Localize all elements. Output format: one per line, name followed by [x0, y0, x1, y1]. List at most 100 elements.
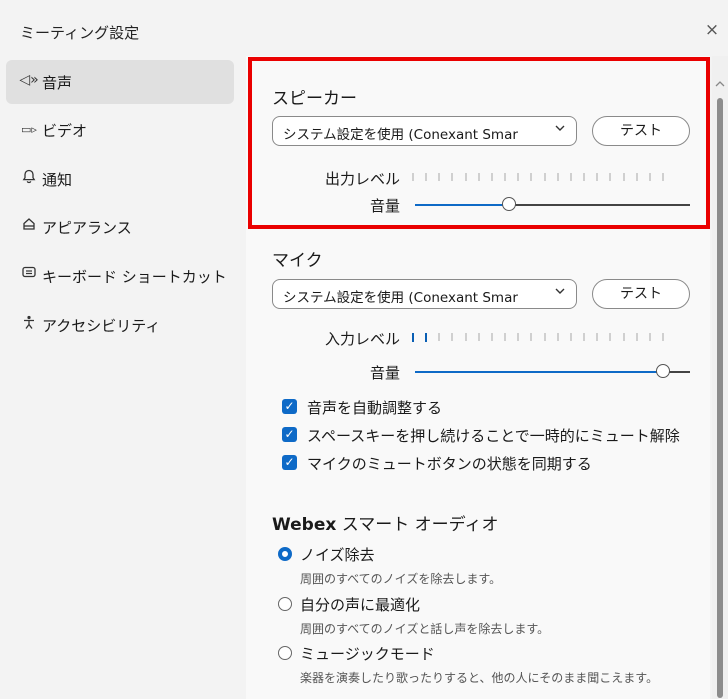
scrollbar[interactable]	[712, 56, 728, 699]
speaker-device-select[interactable]: システム設定を使用 (Conexant Smar	[272, 116, 577, 146]
level-tick	[491, 333, 493, 341]
slider-fill	[415, 371, 663, 373]
smart-audio-title-rest: スマート オーディオ	[336, 515, 499, 535]
scroll-up-icon[interactable]	[715, 80, 725, 91]
level-tick	[649, 173, 651, 181]
input-level-label: 入力レベル	[324, 330, 400, 348]
level-tick	[438, 173, 440, 181]
slider-fill	[415, 204, 509, 206]
level-tick	[451, 333, 453, 341]
mic-volume-label: 音量	[369, 364, 400, 382]
sidebar-item-video[interactable]: ▭▹ ビデオ	[6, 108, 234, 152]
level-tick	[465, 173, 467, 181]
level-tick	[530, 173, 532, 181]
chevron-down-icon	[554, 285, 566, 301]
sidebar-item-label: アピアランス	[42, 219, 132, 237]
level-tick	[570, 333, 572, 341]
sidebar-item-notifications[interactable]: 通知	[6, 157, 234, 201]
sidebar: ◁» 音声 ▭▹ ビデオ 通知 アピアランス キーボード ショートカット アクセ…	[0, 56, 236, 699]
radio-label: ノイズ除去	[300, 546, 375, 564]
sidebar-item-appearance[interactable]: アピアランス	[6, 205, 234, 249]
level-tick	[609, 173, 611, 181]
level-tick	[623, 173, 625, 181]
speaker-volume-slider[interactable]	[415, 197, 690, 213]
level-tick	[596, 173, 598, 181]
level-tick	[583, 173, 585, 181]
level-tick	[425, 173, 427, 181]
slider-thumb[interactable]	[656, 364, 670, 378]
speaker-test-button[interactable]: テスト	[592, 116, 690, 146]
level-tick	[438, 333, 440, 341]
level-tick	[504, 333, 506, 341]
scroll-thumb[interactable]	[717, 98, 723, 698]
level-tick	[478, 333, 480, 341]
mic-section-title: マイク	[272, 251, 323, 271]
radio-description: 周囲のすべてのノイズと話し声を除去します。	[300, 622, 550, 636]
level-tick	[662, 173, 664, 181]
checkbox-label: スペースキーを押し続けることで一時的にミュート解除	[307, 427, 680, 445]
appearance-icon	[19, 217, 39, 235]
level-tick	[530, 333, 532, 341]
mic-volume-slider[interactable]	[415, 364, 690, 380]
smart-audio-title-bold: Webex	[272, 515, 337, 535]
level-tick	[491, 173, 493, 181]
radio-label: 自分の声に最適化	[300, 596, 421, 614]
mic-test-button[interactable]: テスト	[592, 279, 690, 309]
level-tick	[570, 173, 572, 181]
sidebar-item-keyboard-shortcuts[interactable]: キーボード ショートカット	[6, 254, 234, 298]
level-tick	[544, 173, 546, 181]
level-tick	[636, 333, 638, 341]
sidebar-item-label: 通知	[42, 171, 73, 189]
accessibility-icon	[19, 315, 39, 334]
level-tick	[557, 173, 559, 181]
window-title: ミーティング設定	[20, 24, 140, 42]
checkbox-label: マイクのミュートボタンの状態を同期する	[307, 455, 592, 473]
check-icon: ✓	[282, 455, 297, 470]
mic-device-select[interactable]: システム設定を使用 (Conexant Smar	[272, 279, 577, 309]
slider-thumb[interactable]	[502, 197, 516, 211]
level-tick	[623, 333, 625, 341]
video-icon: ▭▹	[21, 123, 37, 136]
level-tick	[517, 173, 519, 181]
level-tick	[465, 333, 467, 341]
speaker-section-title: スピーカー	[272, 89, 357, 109]
level-tick	[596, 333, 598, 341]
sidebar-item-audio[interactable]: ◁» 音声	[6, 60, 234, 104]
level-tick	[609, 333, 611, 341]
level-tick	[662, 333, 664, 341]
keyboard-icon	[19, 266, 39, 282]
level-tick	[412, 173, 414, 181]
smart-audio-title: Webex スマート オーディオ	[272, 510, 498, 535]
sidebar-item-label: アクセシビリティ	[42, 317, 161, 335]
level-tick	[478, 173, 480, 181]
level-tick	[544, 333, 546, 341]
level-tick	[517, 333, 519, 341]
sidebar-item-label: キーボード ショートカット	[42, 268, 227, 286]
meeting-settings-window: ミーティング設定 × ◁» 音声 ▭▹ ビデオ 通知 アピアランス キーボード …	[0, 0, 728, 699]
radio-selected-icon	[278, 547, 292, 561]
level-tick	[636, 173, 638, 181]
sidebar-item-label: ビデオ	[42, 122, 88, 140]
check-icon: ✓	[282, 399, 297, 414]
bell-icon	[19, 169, 39, 188]
level-tick	[504, 173, 506, 181]
title-bar: ミーティング設定 ×	[0, 0, 728, 56]
radio-unselected-icon	[278, 597, 292, 611]
close-icon[interactable]: ×	[702, 20, 722, 40]
sidebar-item-label: 音声	[42, 74, 73, 92]
chevron-down-icon	[554, 122, 566, 138]
output-level-meter	[412, 173, 664, 183]
radio-label: ミュージックモード	[300, 645, 435, 663]
level-tick	[557, 333, 559, 341]
speaker-device-value: システム設定を使用 (Conexant Smar	[283, 127, 518, 143]
level-tick	[412, 333, 414, 342]
output-level-label: 出力レベル	[324, 170, 400, 188]
level-tick	[425, 333, 427, 342]
speaker-icon: ◁»	[19, 72, 39, 88]
level-tick	[583, 333, 585, 341]
mic-device-value: システム設定を使用 (Conexant Smar	[283, 290, 518, 306]
level-tick	[649, 333, 651, 341]
level-tick	[451, 173, 453, 181]
radio-description: 楽器を演奏したり歌ったりすると、他の人にそのまま聞こえます。	[300, 671, 659, 685]
sidebar-item-accessibility[interactable]: アクセシビリティ	[6, 303, 234, 347]
